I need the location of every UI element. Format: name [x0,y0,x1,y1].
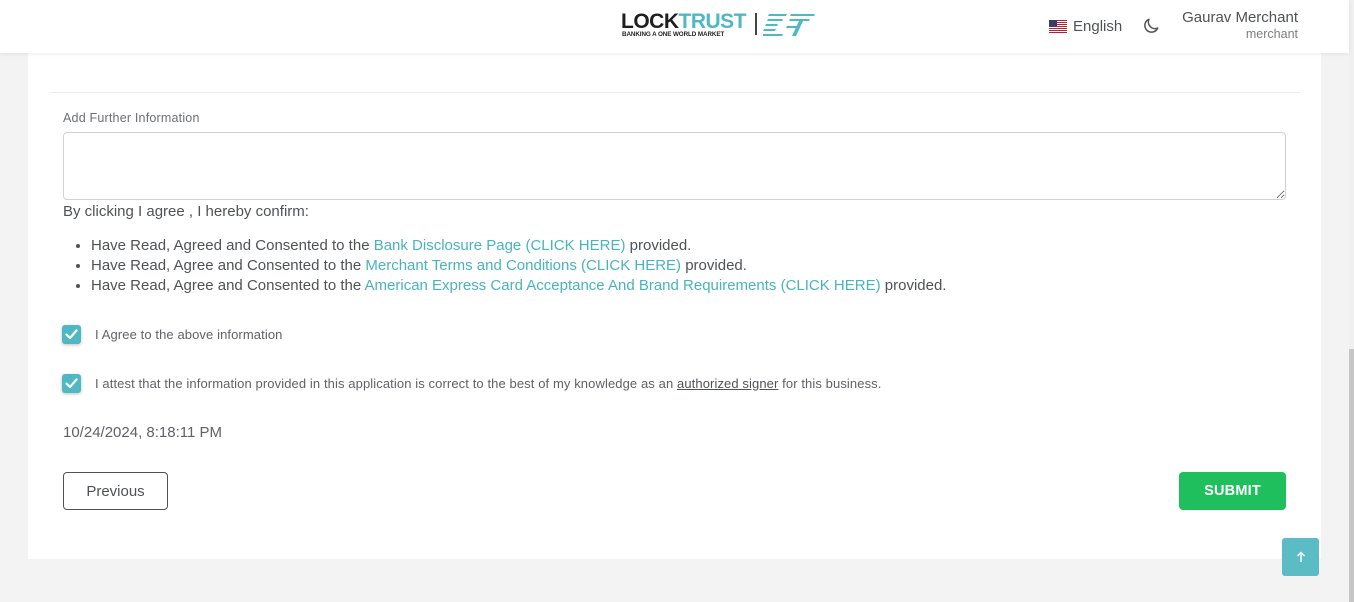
checkmark-icon [65,329,78,340]
authorized-signer-link[interactable]: authorized signer [677,376,778,391]
list-item: Have Read, Agreed and Consented to the B… [91,236,946,256]
term-prefix: Have Read, Agreed and Consented to the [91,237,374,254]
amex-requirements-link[interactable]: American Express Card Acceptance And Bra… [365,277,881,294]
us-flag-icon [1049,19,1067,33]
terms-list: Have Read, Agreed and Consented to the B… [91,236,946,296]
logo-word-trust: TRUST [678,10,747,33]
logo-tagline: BANKING A ONE WORLD MARKET [622,31,725,38]
agree-checkbox[interactable] [62,325,81,344]
scrollbar-thumb[interactable] [1349,349,1354,602]
attest-text-before: I attest that the information provided i… [95,376,677,391]
confirm-title: By clicking I agree , I hereby confirm: [63,203,309,220]
term-prefix: Have Read, Agree and Consented to the [91,277,365,294]
agree-label: I Agree to the above information [95,327,283,342]
attest-row: I attest that the information provided i… [62,374,882,393]
top-header: LOCKTRUST BANKING A ONE WORLD MARKET Eng… [0,0,1349,53]
timestamp: 10/24/2024, 8:18:11 PM [63,424,223,441]
scroll-to-top-button[interactable] [1282,538,1319,576]
previous-button[interactable]: Previous [63,472,168,510]
bank-disclosure-link[interactable]: Bank Disclosure Page (CLICK HERE) [374,237,626,254]
language-selector[interactable]: English [1049,16,1122,36]
application-card [28,53,1321,559]
term-suffix: provided. [625,237,692,254]
logo-divider [755,13,757,35]
checkmark-icon [65,378,78,389]
language-label: English [1073,17,1123,35]
locktrust-logo[interactable]: LOCKTRUST BANKING A ONE WORLD MARKET [621,10,817,40]
term-suffix: provided. [880,277,947,294]
attest-text-after: for this business. [778,376,882,391]
list-item: Have Read, Agree and Consented to the Am… [91,276,946,296]
term-prefix: Have Read, Agree and Consented to the [91,257,366,274]
attest-checkbox[interactable] [62,374,81,393]
agree-row: I Agree to the above information [62,325,283,344]
submit-button[interactable]: SUBMIT [1179,472,1286,510]
arrow-up-icon [1296,551,1305,562]
further-info-label: Add Further Information [63,111,200,125]
logo-word-lock: LOCK [621,10,679,33]
user-name: Gaurav Merchant [1182,9,1298,26]
further-info-textarea[interactable] [63,132,1286,200]
user-menu[interactable]: Gaurav Merchant merchant [1182,9,1298,43]
logo-mark-icon [763,14,815,36]
list-item: Have Read, Agree and Consented to the Me… [91,256,946,276]
user-role: merchant [1245,27,1298,41]
attest-label: I attest that the information provided i… [95,376,882,391]
merchant-terms-link[interactable]: Merchant Terms and Conditions (CLICK HER… [365,257,681,274]
term-suffix: provided. [681,257,747,274]
section-divider [50,92,1300,93]
moon-icon[interactable] [1141,16,1161,36]
